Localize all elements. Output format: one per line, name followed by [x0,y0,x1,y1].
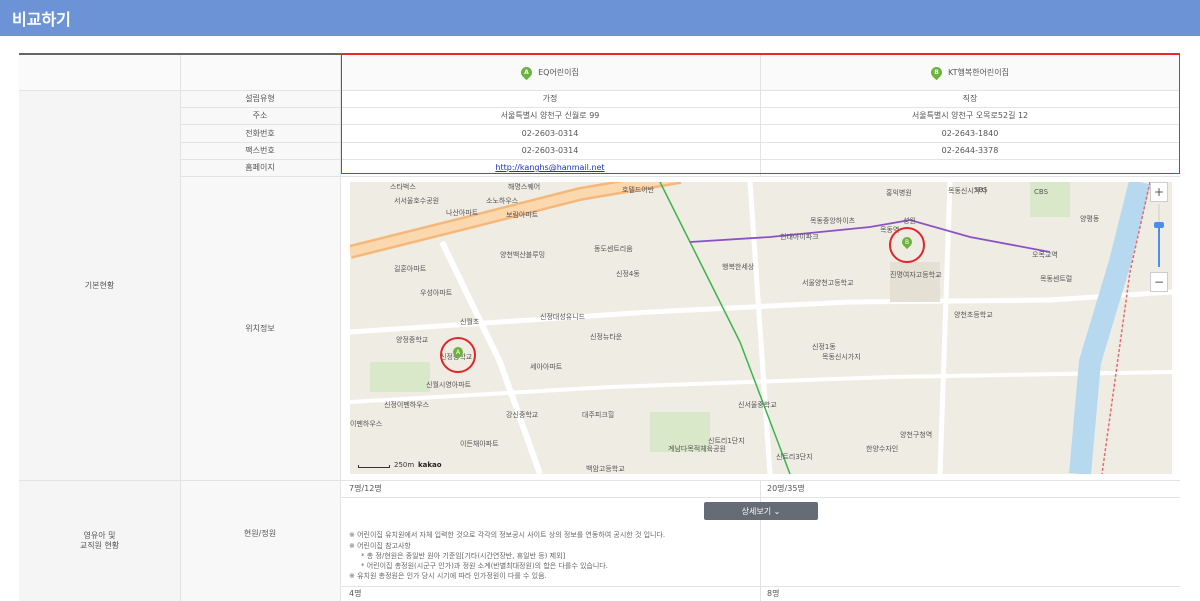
map-label: 행복한세상 [722,263,755,271]
map-label: 서울양천고등학교 [802,279,854,287]
map-label: 백암고등학교 [586,465,625,473]
map-label: 나산아파트 [446,209,479,217]
zoom-slider-fill [1158,227,1160,267]
detail-view-button[interactable]: 상세보기 ⌄ [704,502,818,520]
map-label: 세아아파트 [530,363,563,371]
map-label: 양천초등학교 [954,311,993,319]
column-header-a: A EQ어린이집 [340,55,760,90]
map-label: 신트리3단지 [776,453,813,461]
row-value-a: 02-2603-0314 [521,146,579,155]
row-value-b [760,159,1180,176]
page-title: 비교하기 [12,10,71,29]
map-label: 스타벅스 [390,183,416,191]
row-label: 홈페이지 [245,163,275,172]
row-value-b: 직장 [962,94,978,103]
map-label: 양천백산블루밍 [500,251,546,259]
row-value-b: 02-2643-1840 [941,128,999,138]
row-value-b: 서울특별시 양천구 오목로52길 12 [911,111,1029,120]
column-name-a: EQ어린이집 [538,68,579,77]
map-label: 이펜하우스 [350,420,383,428]
staff-value-a: 7명/12명 [349,484,382,493]
map-label: 대주피크힐 [582,411,615,419]
map-label: 신정이펜하우스 [384,401,430,409]
homepage-link-a[interactable]: http://kanghs@hanmail.net [495,163,604,172]
location-map[interactable]: 스타벅스 해명스퀘어 호텔드어반 홍익병원 목동신시가지 SBS CBS 서서울… [350,182,1172,474]
map-label: 이든채아파트 [460,440,499,448]
staff-note: ※ 유치원 총정원은 인가 당시 시기에 따라 인가정원이 다를 수 있음. [349,572,547,580]
map-label: CBS [1034,188,1049,196]
staff-note: ※ 어린이집 유치원에서 자체 입력한 것으로 각각의 정보공시 사이트 상의 … [349,531,666,539]
page-header: 비교하기 [0,0,1200,36]
zoom-slider-handle[interactable] [1154,222,1164,228]
staff-note: * 총 정/현원은 종일반 원아 기준임[기타(시간연장반, 휴일반 등) 제외… [361,552,566,560]
map-label: 양평동 [1080,215,1100,223]
map-label: 목동중앙하이츠 [810,217,856,225]
row-value-b: 02-2644-3378 [941,146,999,155]
zoom-out-icon: − [1153,275,1165,289]
marker-b-icon: B [928,64,945,81]
zoom-in-icon: + [1153,185,1165,199]
map-label: 소노하우스 [486,197,519,205]
map-label: 길훈아파트 [394,265,427,273]
map-label: 신정대성유니드 [540,313,586,321]
map-label: 홍익병원 [886,189,912,197]
map-label: 신정1동 [812,343,836,351]
map-label: 계남다목적체육공원 [668,445,726,453]
row-label: 전화번호 [245,128,275,138]
staff-note: * 어린이집 총정원(시군구 인가)과 정원 소계(반별최대정원)의 합은 다를… [361,562,608,570]
zoom-in-button[interactable]: + [1150,182,1168,202]
map-label: 동도센트리움 [594,245,633,253]
section-staff: 영유아 및 교직원 현황 [79,530,120,550]
zoom-out-button[interactable]: − [1150,272,1168,292]
staff-note: ※ 어린이집 참고사항 [349,542,411,550]
map-label: 양천구청역 [900,431,933,439]
map-label: 신정뉴타운 [590,333,623,341]
map-label: 해명스퀘어 [508,183,541,191]
staff-label: 현원/정원 [243,528,277,538]
map-label: 진명여자고등학교 [890,271,942,279]
row-label: 설립유형 [245,94,275,103]
map-label: 신서울중학교 [738,401,777,409]
row-value-a: 가정 [542,94,558,103]
map-label: 보람아파트 [506,211,539,219]
map-marker-b-label: B [905,239,910,246]
column-header-b: B KT행복한어린이집 [760,55,1180,90]
map-label: 우성아파트 [420,289,453,297]
map-marker-a-label: A [456,349,461,356]
map-label: 목동센트럴 [1040,275,1073,283]
map-label: 신월초 [460,318,480,326]
map-label: SBS [974,186,988,194]
map-label: 양정중학교 [396,336,429,344]
map-scale-bar [358,465,390,468]
map-label: 서서울호수공원 [394,197,440,205]
map-label: 호텔드어반 [622,186,655,194]
section-basic: 기본현황 [84,280,115,290]
row-label: 팩스번호 [245,146,275,155]
map-label: 신월시영아파트 [426,381,472,389]
map-scale-label: 250m [394,461,415,469]
map-brand-logo: kakao [418,461,442,469]
homepage-cell-a: http://kanghs@hanmail.net [340,159,760,176]
row-label: 주소 [252,111,268,120]
row-value-a: 02-2603-0314 [521,128,579,138]
location-label: 위치정보 [245,323,275,333]
map-label: 한양수자인 [866,445,899,453]
map-label: 강신중학교 [506,411,539,419]
row-value-a: 서울특별시 양천구 신월로 99 [500,111,600,120]
staff-value-b: 20명/35명 [767,484,805,493]
map-label: 성원 [903,217,916,225]
map-roads [350,182,1172,474]
column-name-b: KT행복한어린이집 [947,68,1010,77]
map-label: 오목교역 [1032,251,1058,259]
map-label: 현대아이파크 [780,233,819,241]
marker-a-icon: A [518,64,535,81]
map-label: 신정4동 [616,270,640,278]
map-label: 목동신시가지 [822,353,861,361]
